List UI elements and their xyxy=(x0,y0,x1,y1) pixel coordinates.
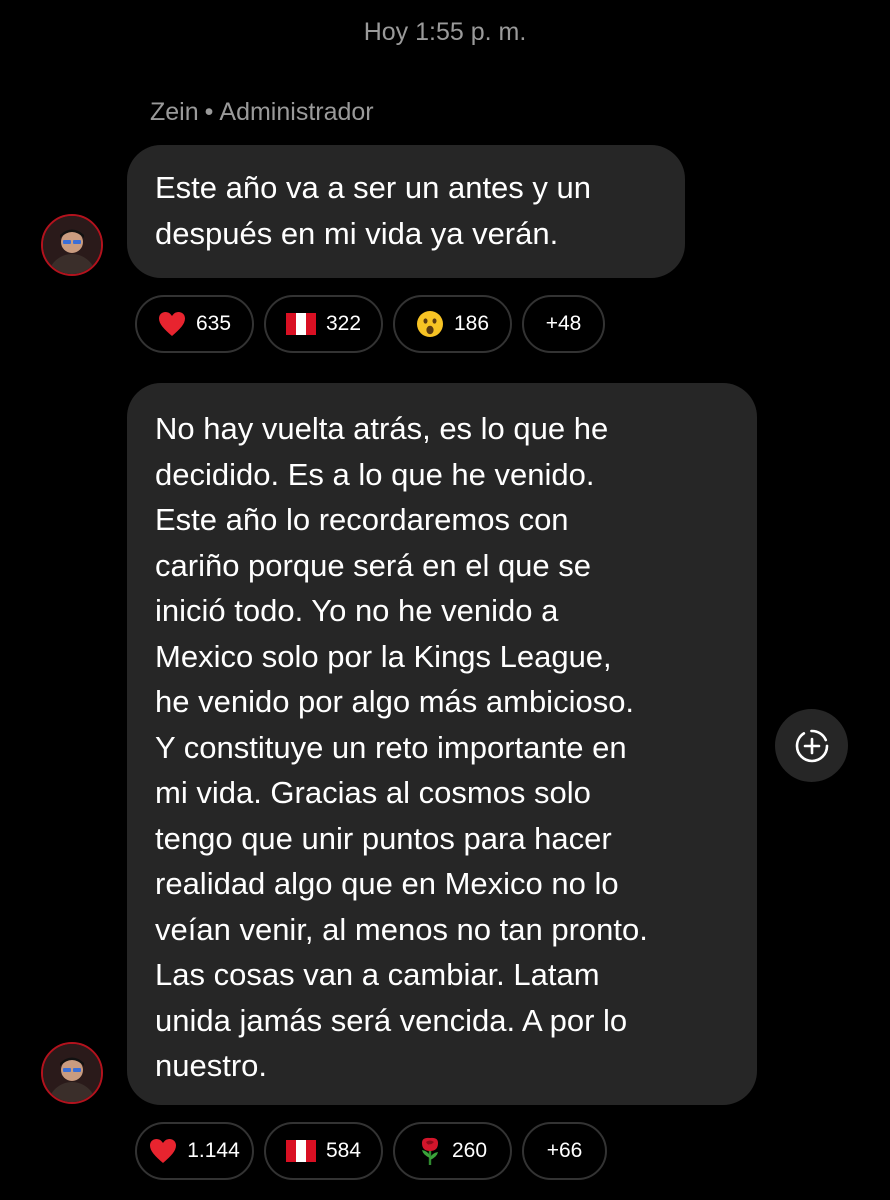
peru-flag-icon xyxy=(285,1140,316,1162)
reaction-count: 635 xyxy=(195,312,232,335)
reaction-count: 322 xyxy=(325,312,362,335)
message-line: cariño porque será en el que se xyxy=(155,547,592,583)
avatar[interactable] xyxy=(41,1042,103,1104)
message-line: Este año va a ser un antes y un xyxy=(155,170,591,205)
reaction-peru-flag[interactable]: 322 xyxy=(264,295,383,353)
avatar[interactable] xyxy=(41,214,103,276)
more-reactions-button[interactable]: +66 xyxy=(522,1122,607,1180)
add-reaction-icon xyxy=(795,729,828,762)
message-line: mi vida. Gracias al cosmos solo xyxy=(155,775,591,810)
reaction-count: 1.144 xyxy=(187,1139,240,1162)
message-line: Y constituye un reto importante en xyxy=(155,729,627,765)
message-line: decidido. Es a lo que he venido. xyxy=(155,456,595,492)
more-reactions-count: +48 xyxy=(545,312,582,335)
more-reactions-button[interactable]: +48 xyxy=(522,295,605,353)
reaction-count: 260 xyxy=(451,1139,488,1162)
message-line: inició todo. Yo no he venido a xyxy=(155,593,559,628)
message-line: Este año lo recordaremos con xyxy=(155,502,569,537)
message-line: No hay vuelta atrás, es lo que he xyxy=(155,411,609,446)
reactions-bar: 1.144 584 260 +66 xyxy=(135,1122,607,1180)
red-heart-icon xyxy=(158,311,186,337)
user-avatar-icon xyxy=(43,216,101,274)
peru-flag-icon xyxy=(285,313,316,335)
message-bubble[interactable]: Este año va a ser un antes y un después … xyxy=(127,145,685,278)
message-line: realidad algo que en Mexico no lo xyxy=(155,866,619,901)
sender-header: Zein • Administrador xyxy=(150,98,374,127)
reactions-bar: 635 322 186 +48 xyxy=(135,295,605,353)
message-line: después en mi vida ya verán. xyxy=(155,215,559,251)
sender-separator: • xyxy=(204,98,214,126)
reaction-peru-flag[interactable]: 584 xyxy=(264,1122,383,1180)
reaction-heart[interactable]: 635 xyxy=(135,295,254,353)
message-line: Las cosas van a cambiar. Latam xyxy=(155,957,600,992)
message-line: tengo que unir puntos para hacer xyxy=(155,820,612,856)
timestamp: Hoy 1:55 p. m. xyxy=(363,18,527,46)
reaction-surprised[interactable]: 186 xyxy=(393,295,512,353)
add-reaction-button[interactable] xyxy=(775,709,848,782)
reaction-heart[interactable]: 1.144 xyxy=(135,1122,254,1180)
rose-icon xyxy=(418,1136,442,1166)
more-reactions-count: +66 xyxy=(546,1139,583,1162)
red-heart-icon xyxy=(149,1138,177,1164)
message-bubble[interactable]: No hay vuelta atrás, es lo que he decidi… xyxy=(127,383,757,1105)
reaction-count: 186 xyxy=(453,312,490,335)
sender-name[interactable]: Zein xyxy=(150,98,199,126)
sender-role: Administrador xyxy=(219,98,374,126)
message-line: veían venir, al menos no tan pronto. xyxy=(155,911,648,947)
reaction-rose[interactable]: 260 xyxy=(393,1122,512,1180)
message-line: Mexico solo por la Kings League, xyxy=(155,638,612,674)
reaction-count: 584 xyxy=(325,1139,362,1162)
surprised-face-icon xyxy=(416,310,444,338)
user-avatar-icon xyxy=(43,1044,101,1102)
message-line: nuestro. xyxy=(155,1048,268,1083)
message-line: he venido por algo más ambicioso. xyxy=(155,684,635,719)
message-line: unida jamás será vencida. A por lo xyxy=(155,1002,628,1038)
